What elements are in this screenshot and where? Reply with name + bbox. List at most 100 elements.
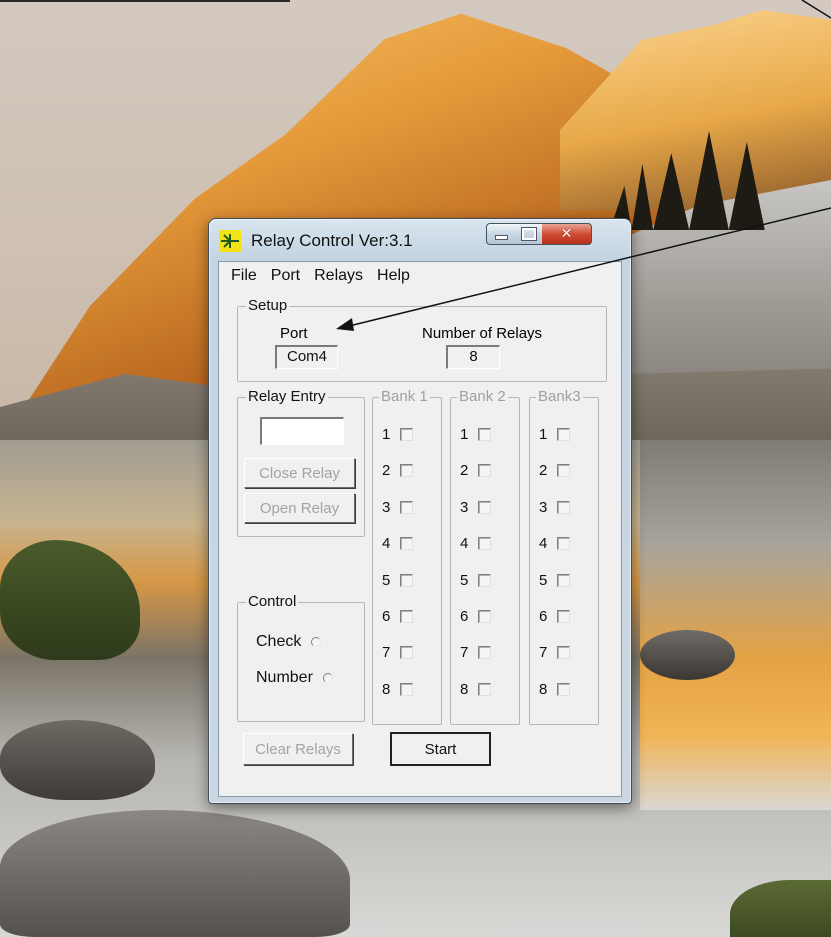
relay-checkbox[interactable] [557, 682, 570, 696]
minimize-button[interactable] [486, 223, 516, 245]
relay-checkbox-row[interactable]: 8 [382, 681, 413, 698]
relay-app-icon [219, 230, 241, 252]
relay-checkbox[interactable] [557, 573, 570, 587]
relay-checkbox-row[interactable]: 1 [539, 426, 570, 443]
start-button[interactable]: Start [390, 732, 491, 766]
bank-3-group: Bank3 1 2 3 4 5 6 7 8 [529, 388, 599, 725]
number-radio-option[interactable]: Number [256, 669, 333, 687]
relay-number-label: 7 [539, 644, 548, 662]
relay-checkbox[interactable] [478, 573, 491, 587]
relay-checkbox[interactable] [400, 537, 413, 551]
relay-number-label: 7 [460, 644, 469, 662]
relay-number-label: 4 [460, 535, 469, 553]
relay-checkbox[interactable] [400, 646, 413, 660]
relay-checkbox[interactable] [400, 500, 413, 514]
relay-checkbox-row[interactable]: 2 [382, 462, 413, 479]
relay-number-label: 3 [539, 498, 548, 516]
relay-number-label: 3 [460, 498, 469, 516]
relay-number-label: 2 [382, 462, 391, 480]
close-relay-button[interactable]: Close Relay [244, 458, 355, 488]
relay-checkbox-row[interactable]: 1 [382, 426, 413, 443]
relay-entry-group-label: Relay Entry [246, 388, 328, 406]
relay-checkbox-row[interactable]: 5 [382, 572, 413, 589]
check-radio-button[interactable] [311, 637, 322, 647]
relay-checkbox[interactable] [400, 573, 413, 587]
lake-reflection [640, 430, 831, 810]
relay-checkbox-row[interactable]: 2 [539, 462, 570, 479]
relay-checkbox-row[interactable]: 1 [460, 426, 491, 443]
port-value-field: Com4 [275, 345, 338, 369]
menu-relays[interactable]: Relays [307, 267, 370, 285]
relay-number-label: 7 [382, 644, 391, 662]
relay-checkbox[interactable] [557, 500, 570, 514]
relay-entry-group: Relay Entry Close Relay Open Relay [237, 388, 365, 537]
relay-checkbox[interactable] [478, 682, 491, 696]
relay-checkbox-row[interactable]: 6 [460, 608, 491, 625]
relay-number-label: 5 [382, 571, 391, 589]
setup-group-label: Setup [246, 297, 290, 315]
relay-number-label: 3 [382, 498, 391, 516]
relay-checkbox-row[interactable]: 3 [460, 499, 491, 516]
relay-checkbox-row[interactable]: 6 [382, 608, 413, 625]
relay-checkbox-row[interactable]: 3 [382, 499, 413, 516]
relay-number-label: 2 [460, 462, 469, 480]
relay-checkbox[interactable] [478, 646, 491, 660]
control-group: Control Check Number [237, 593, 365, 722]
relay-number-label: 4 [539, 535, 548, 553]
relay-checkbox[interactable] [478, 537, 491, 551]
relay-checkbox[interactable] [557, 537, 570, 551]
open-relay-button[interactable]: Open Relay [244, 493, 355, 523]
relay-checkbox-row[interactable]: 7 [539, 644, 570, 661]
window-client-area: File Port Relays Help Setup Port Com4 Nu… [218, 261, 622, 797]
relay-checkbox[interactable] [478, 500, 491, 514]
close-button[interactable]: ✕ [542, 223, 592, 245]
relay-checkbox[interactable] [557, 646, 570, 660]
relay-checkbox[interactable] [478, 610, 491, 623]
relay-checkbox-row[interactable]: 8 [460, 681, 491, 698]
relay-entry-input[interactable] [260, 417, 344, 445]
bank-2-label: Bank 2 [457, 388, 508, 406]
relay-checkbox-row[interactable]: 5 [460, 572, 491, 589]
relay-checkbox-row[interactable]: 4 [460, 535, 491, 552]
relay-checkbox-row[interactable]: 7 [460, 644, 491, 661]
port-label: Port [280, 325, 308, 342]
relay-checkbox-row[interactable]: 8 [539, 681, 570, 698]
menu-help[interactable]: Help [370, 267, 417, 285]
relay-checkbox[interactable] [478, 428, 491, 441]
menu-bar: File Port Relays Help [219, 262, 621, 290]
close-icon: ✕ [560, 226, 573, 242]
relay-control-window[interactable]: Relay Control Ver:3.1 ✕ File Port Relays… [208, 218, 632, 804]
check-radio-option[interactable]: Check [256, 633, 322, 651]
minimize-icon [494, 235, 508, 240]
number-of-relays-field: 8 [446, 345, 500, 369]
menu-file[interactable]: File [219, 267, 264, 285]
relay-checkbox-row[interactable]: 2 [460, 462, 491, 479]
number-radio-button[interactable] [322, 673, 333, 683]
relay-checkbox[interactable] [400, 464, 413, 478]
relay-checkbox-row[interactable]: 7 [382, 644, 413, 661]
relay-checkbox-row[interactable]: 6 [539, 608, 570, 625]
menu-port[interactable]: Port [264, 267, 307, 285]
relay-number-label: 6 [382, 608, 391, 625]
relay-checkbox[interactable] [557, 428, 570, 441]
relay-checkbox-row[interactable]: 5 [539, 572, 570, 589]
relay-number-label: 5 [460, 571, 469, 589]
relay-checkbox[interactable] [400, 428, 413, 441]
relay-number-label: 8 [460, 680, 469, 698]
relay-number-label: 6 [539, 608, 548, 625]
relay-checkbox[interactable] [400, 610, 413, 623]
relay-checkbox-row[interactable]: 4 [382, 535, 413, 552]
relay-checkbox[interactable] [400, 682, 413, 696]
title-bar[interactable]: Relay Control Ver:3.1 ✕ [209, 219, 631, 261]
boulder [0, 720, 155, 800]
clear-relays-button[interactable]: Clear Relays [243, 733, 353, 765]
bank-1-group: Bank 1 1 2 3 4 5 6 7 8 [372, 388, 442, 725]
relay-checkbox[interactable] [557, 610, 570, 623]
relay-checkbox-row[interactable]: 4 [539, 535, 570, 552]
relay-number-label: 5 [539, 571, 548, 589]
relay-checkbox-row[interactable]: 3 [539, 499, 570, 516]
bank-2-group: Bank 2 1 2 3 4 5 6 7 8 [450, 388, 520, 725]
maximize-button[interactable] [515, 223, 543, 245]
relay-checkbox[interactable] [557, 464, 570, 478]
relay-checkbox[interactable] [478, 464, 491, 478]
